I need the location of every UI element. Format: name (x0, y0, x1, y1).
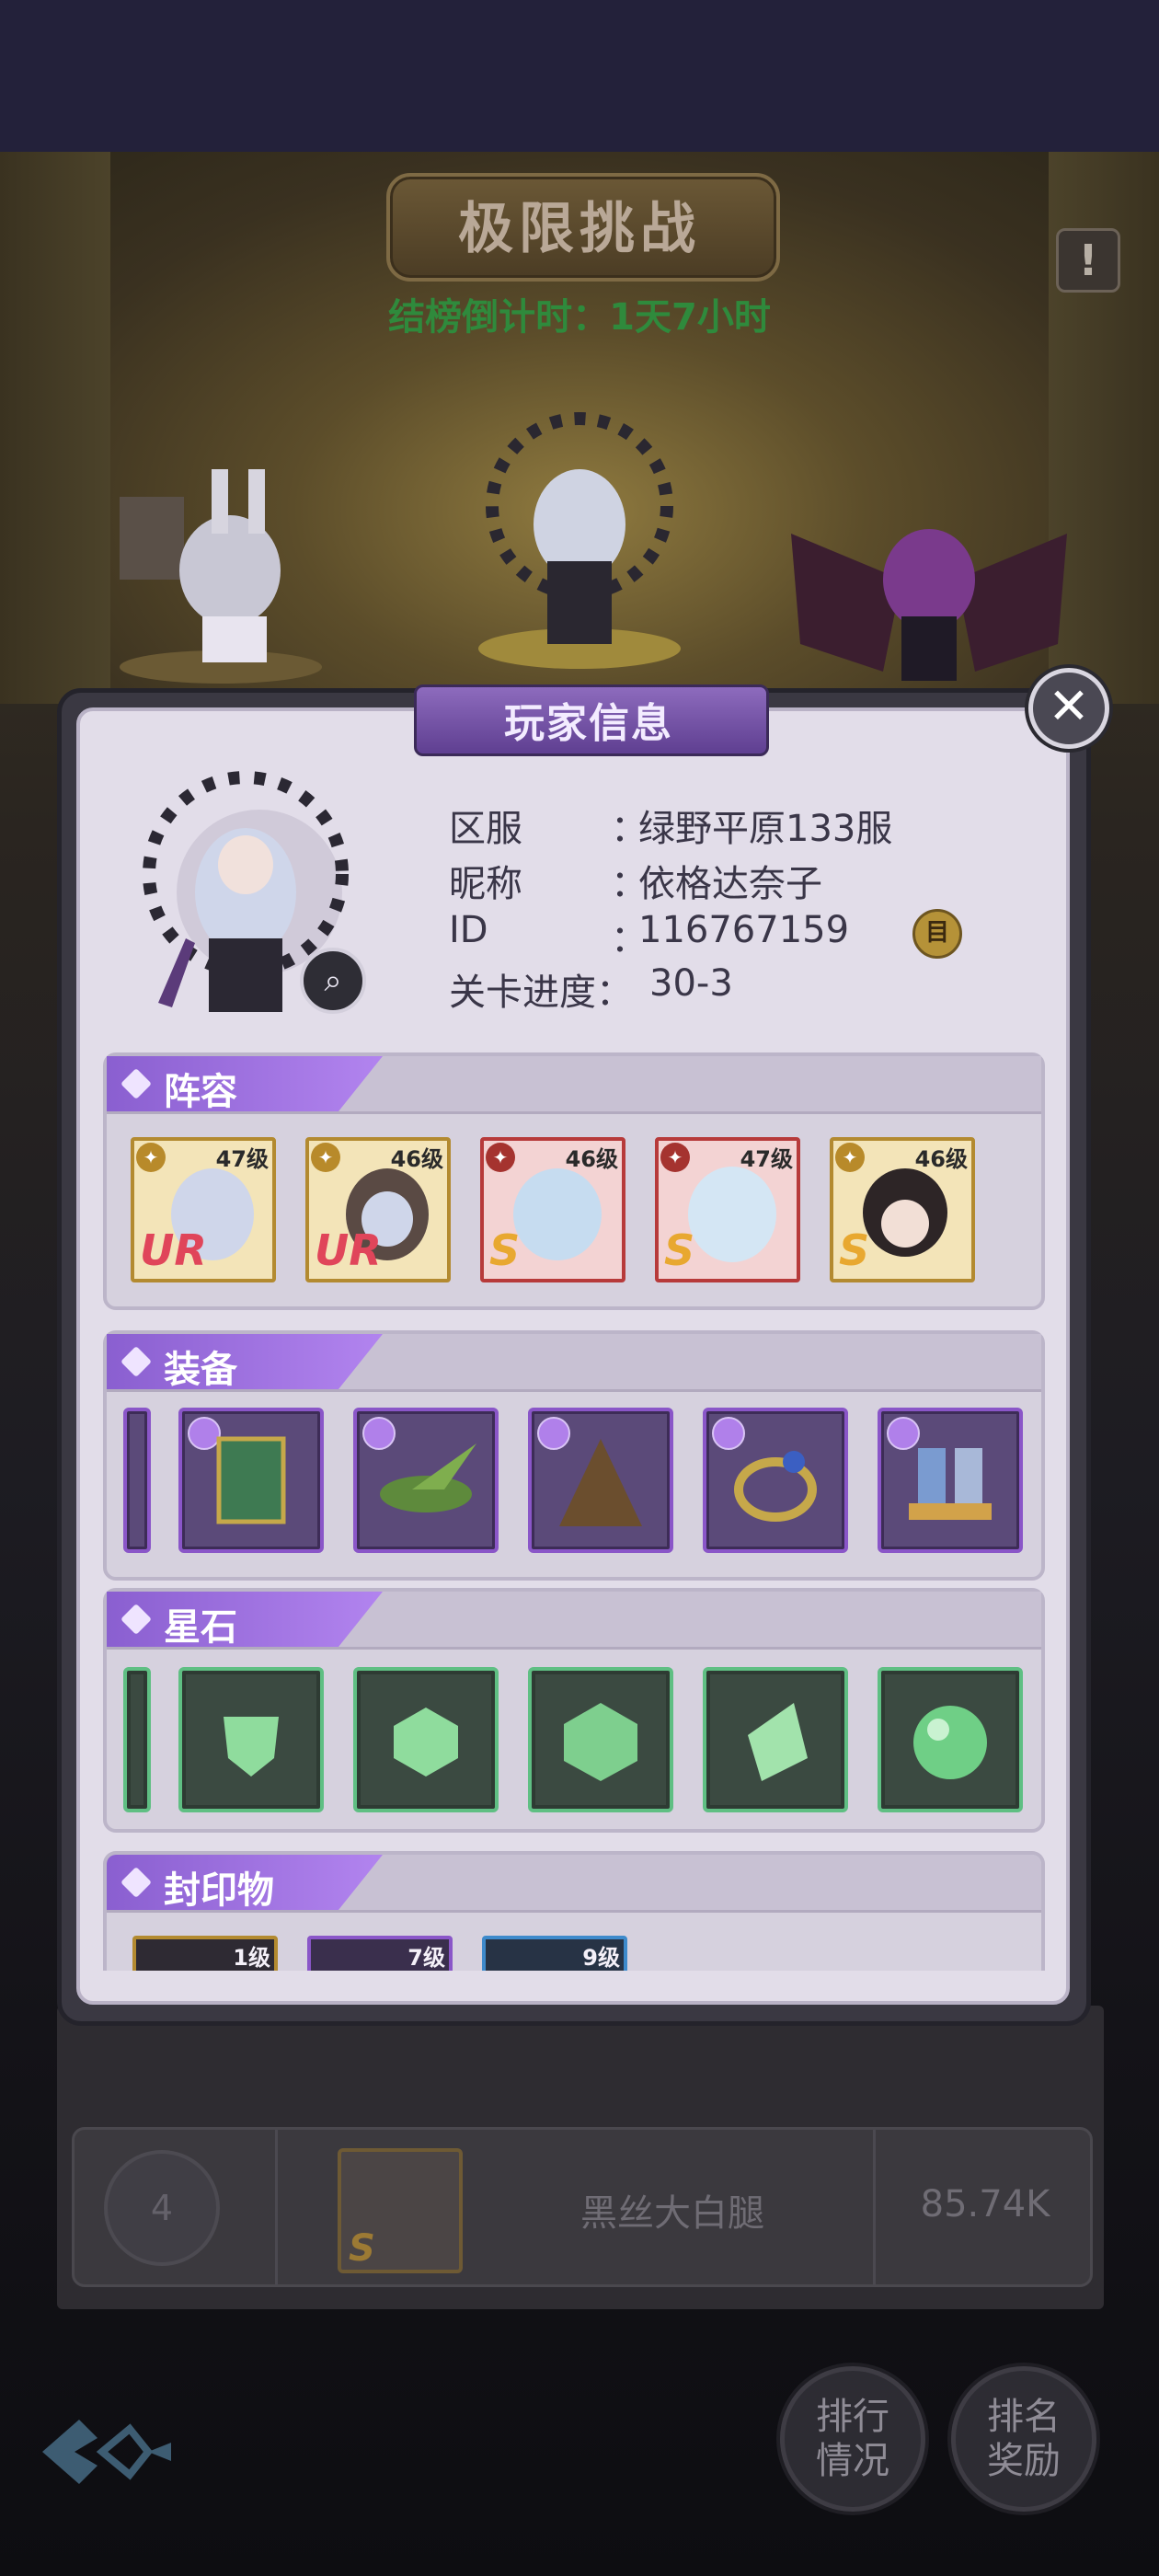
feather-hat-icon (380, 1443, 476, 1512)
nickname-value: 依格达奈子 (638, 863, 822, 905)
id-label: ID (449, 909, 488, 951)
equipment-card[interactable] (353, 1408, 499, 1553)
rank-number: 4 (104, 2150, 220, 2266)
hero-rank: S (664, 1225, 695, 1275)
seal-card[interactable]: 9级 (482, 1936, 627, 1971)
section-header: 封印物 (107, 1855, 1041, 1913)
section-header: 星石 (107, 1592, 1041, 1650)
row-divider (873, 2130, 876, 2284)
server-label: 区服 (449, 808, 522, 850)
server-value: 绿野平原133服 (638, 808, 893, 850)
avatar-rank: S (349, 2227, 375, 2270)
info-alert-button[interactable]: ! (1056, 228, 1120, 293)
orb-gem-icon (913, 1706, 987, 1779)
copy-id-button[interactable]: 目 (912, 909, 962, 959)
round-gem-icon (394, 1708, 458, 1777)
player-score: 85.74K (920, 2183, 1050, 2225)
spellbook-icon (216, 1436, 286, 1524)
section-header: 装备 (107, 1334, 1041, 1392)
button-label-line2: 奖励 (987, 2440, 1061, 2482)
character-right[interactable] (782, 478, 1076, 690)
seal-card[interactable]: 1级 (132, 1936, 278, 1971)
ranking-reward-button[interactable]: 排名 奖励 (951, 2366, 1096, 2512)
hero-rank: UR (140, 1225, 207, 1275)
gem-card[interactable] (178, 1667, 324, 1812)
id-value: 116767159 (638, 909, 850, 951)
close-button[interactable]: ✕ (1028, 668, 1109, 749)
player-name: 黑丝大白腿 (580, 2192, 764, 2235)
seal-card[interactable]: 7级 (307, 1936, 453, 1971)
button-label-line1: 排名 (987, 2396, 1061, 2438)
hero-rank: S (839, 1225, 870, 1275)
hero-card[interactable]: ✦ 47级 UR (131, 1137, 276, 1282)
equipment-section: 装备 (103, 1330, 1045, 1581)
seal-section: 封印物 1级 7级 9级 (103, 1851, 1045, 1971)
row-divider (275, 2130, 278, 2284)
boots-icon (909, 1448, 992, 1520)
equipment-title: 装备 (164, 1349, 237, 1391)
seal-level: 1级 (233, 1945, 270, 1971)
section-header: 阵容 (107, 1056, 1041, 1114)
stage-progress-value: 30-3 (649, 962, 733, 1005)
equipment-card[interactable] (703, 1408, 848, 1553)
curtain-left (0, 152, 110, 704)
gem-card[interactable] (703, 1667, 848, 1812)
ranking-row[interactable]: 4 S 黑丝大白腿 85.74K (72, 2127, 1093, 2287)
countdown-text: 结榜倒计时：1天7小时 (388, 296, 771, 339)
back-logo-icon[interactable] (33, 2410, 180, 2493)
cloak-icon (559, 1439, 642, 1526)
button-label-line2: 情况 (816, 2440, 889, 2482)
nickname-label: 昵称 (449, 863, 522, 905)
equipment-card[interactable] (178, 1408, 324, 1553)
player-avatar[interactable]: S (338, 2148, 463, 2273)
hero-rank: S (489, 1225, 521, 1275)
button-label-line1: 排行 (816, 2396, 889, 2438)
ring-icon (734, 1451, 817, 1522)
hero-rank: UR (315, 1225, 382, 1275)
gem-card-partial[interactable] (123, 1667, 151, 1812)
character-center[interactable] (460, 405, 699, 681)
seal-title: 封印物 (164, 1869, 274, 1912)
hero-card[interactable]: ✦ 46级 UR (305, 1137, 451, 1282)
dialog-title: 玩家信息 (504, 700, 673, 747)
seal-level: 7级 (407, 1945, 445, 1971)
equipment-card[interactable] (528, 1408, 673, 1553)
gem-card[interactable] (878, 1667, 1023, 1812)
ranking-status-button[interactable]: 排行 情况 (780, 2366, 925, 2512)
page-title: 极限挑战 (458, 197, 701, 261)
lineup-title: 阵容 (164, 1071, 237, 1113)
star-stone-title: 星石 (164, 1606, 237, 1649)
gem-card[interactable] (528, 1667, 673, 1812)
gem-card[interactable] (353, 1667, 499, 1812)
equipment-card[interactable] (878, 1408, 1023, 1553)
hero-card[interactable]: ✦ 46级 S (480, 1137, 625, 1282)
star-stone-section: 星石 (103, 1588, 1045, 1833)
character-left[interactable] (101, 460, 340, 690)
lineup-section: 阵容 ✦ 47级 UR ✦ 46级 UR ✦ 46级 S ✦ 47级 S ✦ 4… (103, 1052, 1045, 1310)
shield-gem-icon (224, 1717, 279, 1777)
shard-gem-icon (748, 1703, 808, 1781)
hero-card[interactable]: ✦ 46级 S (830, 1137, 975, 1282)
stage-progress-label: 关卡进度： (449, 972, 633, 1014)
magnifier-icon[interactable]: ⌕ (300, 948, 366, 1014)
hex-gem-icon (564, 1703, 637, 1781)
equipment-card-partial[interactable] (123, 1408, 151, 1553)
hero-card[interactable]: ✦ 47级 S (655, 1137, 800, 1282)
top-band (0, 0, 1159, 152)
seal-level: 9级 (582, 1945, 620, 1971)
